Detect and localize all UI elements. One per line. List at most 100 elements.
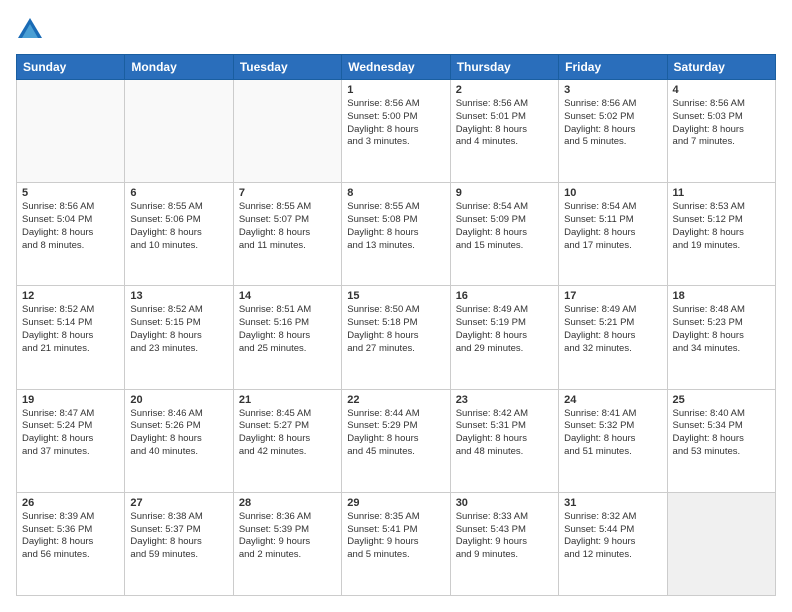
day-number: 30	[456, 497, 553, 509]
day-info: Sunrise: 8:42 AM Sunset: 5:31 PM Dayligh…	[456, 408, 553, 459]
calendar-cell: 29 Sunrise: 8:35 AM Sunset: 5:41 PM Dayli…	[342, 492, 450, 595]
calendar-cell: 5 Sunrise: 8:56 AM Sunset: 5:04 PM Daylig…	[17, 183, 125, 286]
calendar-cell: 20 Sunrise: 8:46 AM Sunset: 5:26 PM Dayli…	[125, 389, 233, 492]
day-number: 13	[130, 290, 227, 302]
calendar-cell: 12Sunrise: 8:52 AM Sunset: 5:14 PM Dayli…	[17, 286, 125, 389]
day-number: 23	[456, 394, 553, 406]
day-number: 25	[673, 394, 770, 406]
calendar-cell: 3 Sunrise: 8:56 AM Sunset: 5:02 PM Daylig…	[559, 80, 667, 183]
day-info: Sunrise: 8:56 AM Sunset: 5:04 PM Dayligh…	[22, 201, 119, 252]
page: SundayMondayTuesdayWednesdayThursdayFrid…	[0, 0, 792, 612]
calendar-week-row: 26 Sunrise: 8:39 AM Sunset: 5:36 PM Dayli…	[17, 492, 776, 595]
day-info: Sunrise: 8:56 AM Sunset: 5:01 PM Dayligh…	[456, 98, 553, 149]
day-number: 10	[564, 187, 661, 199]
day-info: Sunrise: 8:48 AM Sunset: 5:23 PM Dayligh…	[673, 304, 770, 355]
calendar-week-row: 5 Sunrise: 8:56 AM Sunset: 5:04 PM Daylig…	[17, 183, 776, 286]
day-info: Sunrise: 8:40 AM Sunset: 5:34 PM Dayligh…	[673, 408, 770, 459]
day-number: 9	[456, 187, 553, 199]
calendar-week-row: 19Sunrise: 8:47 AM Sunset: 5:24 PM Dayli…	[17, 389, 776, 492]
calendar-header-tuesday: Tuesday	[233, 55, 341, 80]
calendar-header-monday: Monday	[125, 55, 233, 80]
calendar-header-thursday: Thursday	[450, 55, 558, 80]
day-number: 27	[130, 497, 227, 509]
day-number: 31	[564, 497, 661, 509]
day-info: Sunrise: 8:39 AM Sunset: 5:36 PM Dayligh…	[22, 511, 119, 562]
calendar-week-row: 1 Sunrise: 8:56 AM Sunset: 5:00 PM Daylig…	[17, 80, 776, 183]
calendar-cell: 16Sunrise: 8:49 AM Sunset: 5:19 PM Dayli…	[450, 286, 558, 389]
logo	[16, 16, 48, 44]
day-info: Sunrise: 8:55 AM Sunset: 5:06 PM Dayligh…	[130, 201, 227, 252]
calendar-header-saturday: Saturday	[667, 55, 775, 80]
day-info: Sunrise: 8:54 AM Sunset: 5:11 PM Dayligh…	[564, 201, 661, 252]
day-info: Sunrise: 8:49 AM Sunset: 5:19 PM Dayligh…	[456, 304, 553, 355]
day-number: 7	[239, 187, 336, 199]
day-info: Sunrise: 8:46 AM Sunset: 5:26 PM Dayligh…	[130, 408, 227, 459]
day-number: 3	[564, 84, 661, 96]
calendar-cell	[667, 492, 775, 595]
day-info: Sunrise: 8:52 AM Sunset: 5:15 PM Dayligh…	[130, 304, 227, 355]
day-number: 8	[347, 187, 444, 199]
calendar-cell: 9 Sunrise: 8:54 AM Sunset: 5:09 PM Daylig…	[450, 183, 558, 286]
day-info: Sunrise: 8:35 AM Sunset: 5:41 PM Dayligh…	[347, 511, 444, 562]
day-number: 11	[673, 187, 770, 199]
day-number: 26	[22, 497, 119, 509]
calendar-cell: 17 Sunrise: 8:49 AM Sunset: 5:21 PM Dayli…	[559, 286, 667, 389]
day-number: 6	[130, 187, 227, 199]
calendar-cell: 22 Sunrise: 8:44 AM Sunset: 5:29 PM Dayli…	[342, 389, 450, 492]
day-info: Sunrise: 8:54 AM Sunset: 5:09 PM Dayligh…	[456, 201, 553, 252]
day-info: Sunrise: 8:36 AM Sunset: 5:39 PM Dayligh…	[239, 511, 336, 562]
calendar-cell: 14 Sunrise: 8:51 AM Sunset: 5:16 PM Dayli…	[233, 286, 341, 389]
day-number: 1	[347, 84, 444, 96]
day-number: 24	[564, 394, 661, 406]
calendar-cell: 26 Sunrise: 8:39 AM Sunset: 5:36 PM Dayli…	[17, 492, 125, 595]
day-number: 4	[673, 84, 770, 96]
day-info: Sunrise: 8:49 AM Sunset: 5:21 PM Dayligh…	[564, 304, 661, 355]
calendar-cell: 1 Sunrise: 8:56 AM Sunset: 5:00 PM Daylig…	[342, 80, 450, 183]
calendar-cell: 23 Sunrise: 8:42 AM Sunset: 5:31 PM Dayli…	[450, 389, 558, 492]
calendar-cell: 10 Sunrise: 8:54 AM Sunset: 5:11 PM Dayli…	[559, 183, 667, 286]
calendar-week-row: 12Sunrise: 8:52 AM Sunset: 5:14 PM Dayli…	[17, 286, 776, 389]
day-number: 28	[239, 497, 336, 509]
day-info: Sunrise: 8:56 AM Sunset: 5:00 PM Dayligh…	[347, 98, 444, 149]
calendar-cell: 19Sunrise: 8:47 AM Sunset: 5:24 PM Dayli…	[17, 389, 125, 492]
day-info: Sunrise: 8:32 AM Sunset: 5:44 PM Dayligh…	[564, 511, 661, 562]
day-number: 21	[239, 394, 336, 406]
day-info: Sunrise: 8:44 AM Sunset: 5:29 PM Dayligh…	[347, 408, 444, 459]
day-number: 22	[347, 394, 444, 406]
calendar-header-sunday: Sunday	[17, 55, 125, 80]
day-number: 14	[239, 290, 336, 302]
day-number: 12	[22, 290, 119, 302]
day-number: 19	[22, 394, 119, 406]
calendar-cell: 8 Sunrise: 8:55 AM Sunset: 5:08 PM Daylig…	[342, 183, 450, 286]
calendar-header-wednesday: Wednesday	[342, 55, 450, 80]
calendar-header-row: SundayMondayTuesdayWednesdayThursdayFrid…	[17, 55, 776, 80]
day-info: Sunrise: 8:55 AM Sunset: 5:08 PM Dayligh…	[347, 201, 444, 252]
calendar-cell: 15Sunrise: 8:50 AM Sunset: 5:18 PM Dayli…	[342, 286, 450, 389]
calendar-cell: 30Sunrise: 8:33 AM Sunset: 5:43 PM Dayli…	[450, 492, 558, 595]
day-info: Sunrise: 8:56 AM Sunset: 5:03 PM Dayligh…	[673, 98, 770, 149]
day-number: 2	[456, 84, 553, 96]
day-number: 20	[130, 394, 227, 406]
calendar-cell: 2 Sunrise: 8:56 AM Sunset: 5:01 PM Daylig…	[450, 80, 558, 183]
calendar-cell: 7 Sunrise: 8:55 AM Sunset: 5:07 PM Daylig…	[233, 183, 341, 286]
day-info: Sunrise: 8:45 AM Sunset: 5:27 PM Dayligh…	[239, 408, 336, 459]
calendar-cell: 18 Sunrise: 8:48 AM Sunset: 5:23 PM Dayli…	[667, 286, 775, 389]
calendar-cell: 28 Sunrise: 8:36 AM Sunset: 5:39 PM Dayli…	[233, 492, 341, 595]
day-number: 17	[564, 290, 661, 302]
calendar-cell: 31 Sunrise: 8:32 AM Sunset: 5:44 PM Dayli…	[559, 492, 667, 595]
day-number: 29	[347, 497, 444, 509]
calendar-cell: 6 Sunrise: 8:55 AM Sunset: 5:06 PM Daylig…	[125, 183, 233, 286]
day-info: Sunrise: 8:51 AM Sunset: 5:16 PM Dayligh…	[239, 304, 336, 355]
day-info: Sunrise: 8:56 AM Sunset: 5:02 PM Dayligh…	[564, 98, 661, 149]
calendar-cell: 4 Sunrise: 8:56 AM Sunset: 5:03 PM Daylig…	[667, 80, 775, 183]
calendar-cell: 27Sunrise: 8:38 AM Sunset: 5:37 PM Dayli…	[125, 492, 233, 595]
day-number: 15	[347, 290, 444, 302]
calendar-table: SundayMondayTuesdayWednesdayThursdayFrid…	[16, 54, 776, 596]
day-number: 18	[673, 290, 770, 302]
day-number: 5	[22, 187, 119, 199]
day-info: Sunrise: 8:41 AM Sunset: 5:32 PM Dayligh…	[564, 408, 661, 459]
calendar-header-friday: Friday	[559, 55, 667, 80]
calendar-cell: 24 Sunrise: 8:41 AM Sunset: 5:32 PM Dayli…	[559, 389, 667, 492]
header	[16, 16, 776, 44]
day-info: Sunrise: 8:55 AM Sunset: 5:07 PM Dayligh…	[239, 201, 336, 252]
